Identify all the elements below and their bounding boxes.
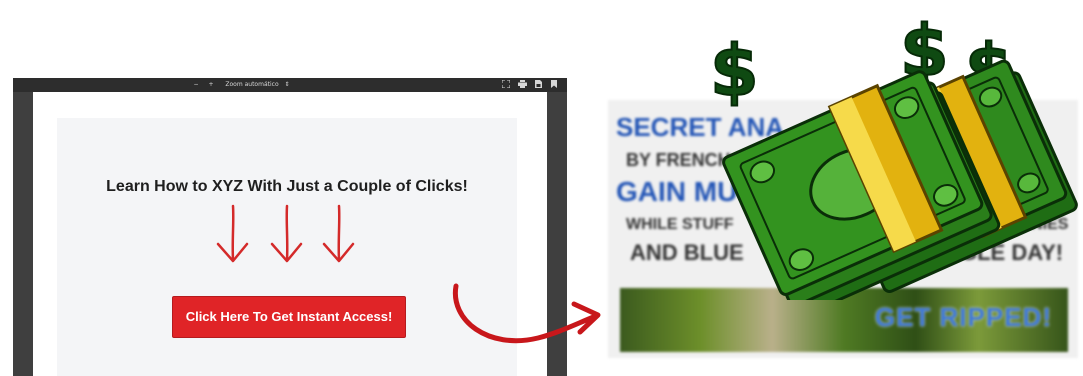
fullscreen-icon[interactable] [501,79,511,90]
print-icon[interactable] [517,80,527,90]
zoom-out-button[interactable]: − [191,80,201,90]
bookmark-icon[interactable] [549,80,559,90]
down-arrow-icon [322,204,355,263]
down-arrow-icon [216,204,249,263]
save-icon[interactable] [533,80,543,90]
zoom-select[interactable]: Zoom automático [221,80,283,90]
ad-image-title: GET RIPPED! [874,302,1052,332]
zoom-in-button[interactable]: + [206,80,216,90]
viewer-toolbar: − + Zoom automático ⇕ [13,78,567,92]
money-stack-icon: $ $ $ [709,9,1078,300]
down-arrow-icon [270,204,303,263]
connector-arrow-icon [452,283,601,344]
get-access-button[interactable]: Click Here To Get Instant Access! [172,296,406,338]
zoom-caret-icon[interactable]: ⇕ [283,80,291,90]
dollar-sign-icon: $ [710,30,759,112]
page-headline: Learn How to XYZ With Just a Couple of C… [106,178,468,195]
